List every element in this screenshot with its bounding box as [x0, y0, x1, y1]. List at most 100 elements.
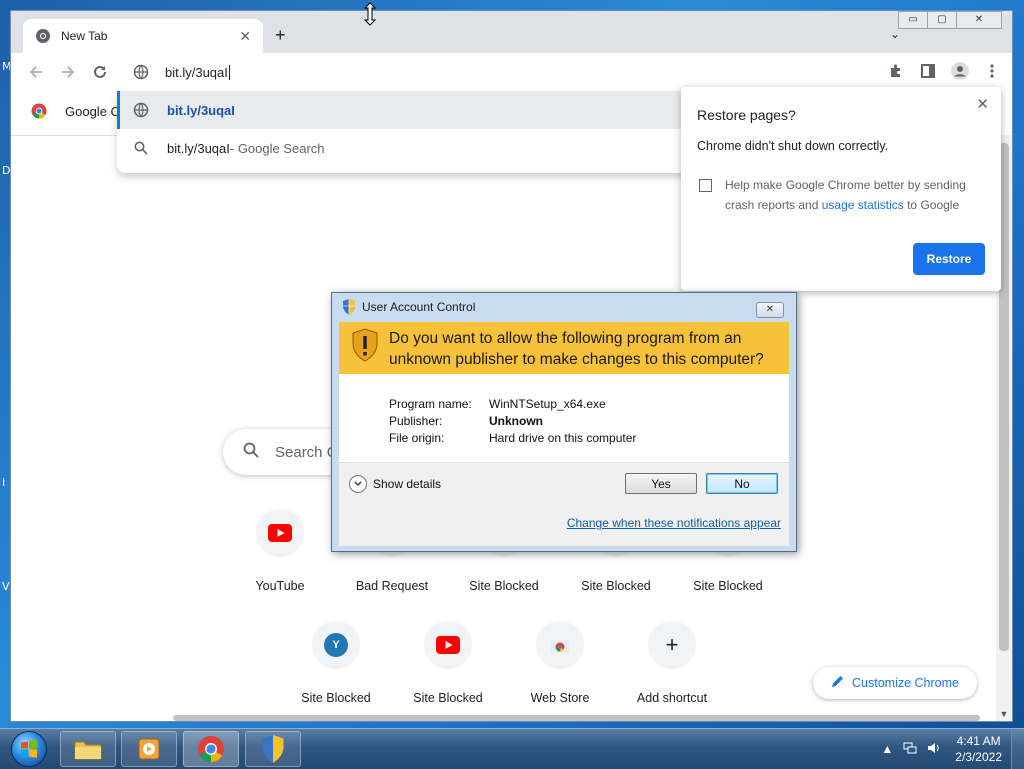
clock-time: 4:41 AM — [956, 734, 1001, 748]
bookmark-google[interactable]: Google C — [31, 103, 120, 119]
file-origin-key: File origin: — [389, 431, 445, 445]
media-player-icon — [138, 738, 160, 760]
toolbar-actions — [886, 61, 1002, 81]
uac-footer: Change when these notifications appear — [339, 506, 789, 546]
restore-close-icon[interactable]: ✕ — [976, 95, 989, 113]
maximize-button[interactable]: ▢ — [927, 11, 957, 29]
shortcut-label: Site Blocked — [581, 579, 651, 593]
pencil-icon — [831, 675, 844, 691]
program-name-value: WinNTSetup_x64.exe — [489, 397, 606, 411]
shortcut-label: Web Store — [530, 691, 590, 705]
uac-dialog: User Account Control ✕ Do you want to al… — [331, 292, 797, 552]
omnibox-suggestions: bit.ly/3uqaI bit.ly/3uqaI - Google Searc… — [117, 91, 697, 173]
tab-title: New Tab — [61, 29, 108, 43]
tab-strip: New Tab ✕ + ⌄ ▭ ▢ ✕ — [11, 11, 1012, 53]
side-panel-icon[interactable] — [918, 61, 938, 81]
text-caret — [228, 64, 230, 80]
taskbar-chrome-button[interactable] — [183, 731, 239, 767]
windows-logo-icon — [11, 731, 47, 767]
suggestion-search[interactable]: bit.ly/3uqaI - Google Search — [117, 129, 697, 167]
change-notifications-link[interactable]: Change when these notifications appear — [567, 516, 781, 530]
uac-banner: Do you want to allow the following progr… — [339, 322, 789, 374]
search-icon — [243, 442, 259, 462]
back-arrow-icon[interactable] — [27, 63, 45, 86]
shortcut-label: Site Blocked — [413, 691, 483, 705]
show-details-label: Show details — [373, 477, 442, 491]
bookmark-label: Google C — [65, 103, 120, 119]
profile-avatar-icon[interactable] — [950, 61, 970, 81]
file-origin-value: Hard drive on this computer — [489, 431, 637, 445]
search-icon — [133, 140, 149, 156]
uac-question: Do you want to allow the following progr… — [389, 330, 764, 368]
publisher-value: Unknown — [489, 414, 543, 428]
taskbar-media-player-button[interactable] — [121, 731, 177, 767]
taskbar-uac-button[interactable] — [245, 731, 301, 767]
resize-cursor-icon — [363, 2, 377, 31]
horizontal-scrollbar[interactable] — [173, 715, 980, 721]
close-window-button[interactable]: ✕ — [956, 11, 1002, 29]
new-tab-button[interactable]: + — [275, 25, 286, 46]
system-tray: ▲ 4:41 AM 2/3/2022 — [881, 729, 1024, 769]
volume-icon[interactable] — [927, 742, 941, 757]
yes-button[interactable]: Yes — [625, 473, 697, 494]
taskbar: ▲ 4:41 AM 2/3/2022 — [0, 728, 1024, 769]
more-menu-icon[interactable] — [982, 61, 1002, 81]
shortcut-tile[interactable]: + Add shortcut — [616, 621, 728, 721]
publisher-row: Publisher: Unknown — [389, 413, 636, 430]
address-bar-text: bit.ly/3uqaI — [165, 64, 228, 80]
program-name-row: Program name: WinNTSetup_x64.exe — [389, 396, 636, 413]
show-hidden-icons-chevron-icon[interactable]: ▲ — [881, 742, 893, 757]
shortcut-tile[interactable]: Web Store — [504, 621, 616, 721]
show-desktop-button[interactable] — [1011, 729, 1024, 769]
chrome-favicon-icon — [36, 29, 50, 43]
ntp-search-placeholder: Search G — [275, 443, 339, 461]
tab-search-icon[interactable]: ⌄ — [890, 27, 900, 41]
y-letter-badge: Y — [324, 633, 348, 657]
publisher-key: Publisher: — [389, 414, 443, 428]
shortcut-label: YouTube — [255, 579, 305, 593]
toolbar: bit.ly/3uqaI — [11, 53, 1012, 91]
shortcut-label: Bad Request — [355, 579, 429, 593]
show-details-toggle[interactable]: Show details — [349, 475, 441, 493]
shortcut-tile[interactable]: YouTube — [224, 509, 336, 621]
desktop-icon-label-fragment: V — [2, 580, 10, 593]
shortcut-tile[interactable]: Site Blocked — [392, 621, 504, 721]
network-icon[interactable] — [903, 742, 917, 757]
reload-icon[interactable] — [91, 63, 109, 86]
crash-report-text-part: to Google — [903, 198, 960, 212]
address-bar[interactable]: bit.ly/3uqaI — [117, 53, 697, 91]
suggestion-url-text: bit.ly/3uqaI — [167, 102, 235, 118]
shortcut-label: Site Blocked — [301, 691, 371, 705]
shortcut-tile[interactable]: Y Site Blocked — [280, 621, 392, 721]
uac-close-button[interactable]: ✕ — [756, 302, 784, 318]
restore-button[interactable]: Restore — [913, 243, 985, 275]
usage-statistics-link[interactable]: usage statistics — [822, 198, 904, 212]
extensions-puzzle-icon[interactable] — [886, 61, 906, 81]
window-controls: ▭ ▢ ✕ — [898, 11, 1002, 29]
minimize-button[interactable]: ▭ — [898, 11, 928, 29]
youtube-icon — [424, 621, 472, 669]
program-info: Program name: WinNTSetup_x64.exe Publish… — [389, 396, 636, 447]
file-origin-row: File origin: Hard drive on this computer — [389, 430, 636, 447]
taskbar-clock[interactable]: 4:41 AM 2/3/2022 — [955, 733, 1002, 765]
uac-title: User Account Control — [362, 300, 476, 314]
tab-close-icon[interactable]: ✕ — [239, 28, 251, 45]
scroll-down-arrow-icon[interactable]: ▼ — [996, 709, 1012, 719]
customize-chrome-button[interactable]: Customize Chrome — [813, 667, 977, 699]
desktop-icon-label-fragment: I — [2, 476, 6, 489]
chrome-logo-icon — [197, 735, 225, 763]
taskbar-explorer-button[interactable] — [60, 731, 116, 767]
tab-new-tab[interactable]: New Tab ✕ — [23, 19, 263, 53]
suggestion-url[interactable]: bit.ly/3uqaI — [117, 91, 697, 129]
customize-label: Customize Chrome — [852, 676, 959, 690]
tray-icons: ▲ — [881, 742, 941, 757]
chrome-logo-icon — [31, 103, 47, 119]
suggestion-search-suffix: - Google Search — [229, 140, 325, 156]
no-button[interactable]: No — [706, 473, 778, 494]
start-button[interactable] — [4, 731, 54, 767]
plus-icon: + — [648, 621, 696, 669]
forward-arrow-icon[interactable] — [59, 63, 77, 86]
crash-report-checkbox[interactable] — [699, 179, 712, 192]
suggestion-search-text: bit.ly/3uqaI — [167, 140, 230, 156]
y-letter-icon: Y — [312, 621, 360, 669]
